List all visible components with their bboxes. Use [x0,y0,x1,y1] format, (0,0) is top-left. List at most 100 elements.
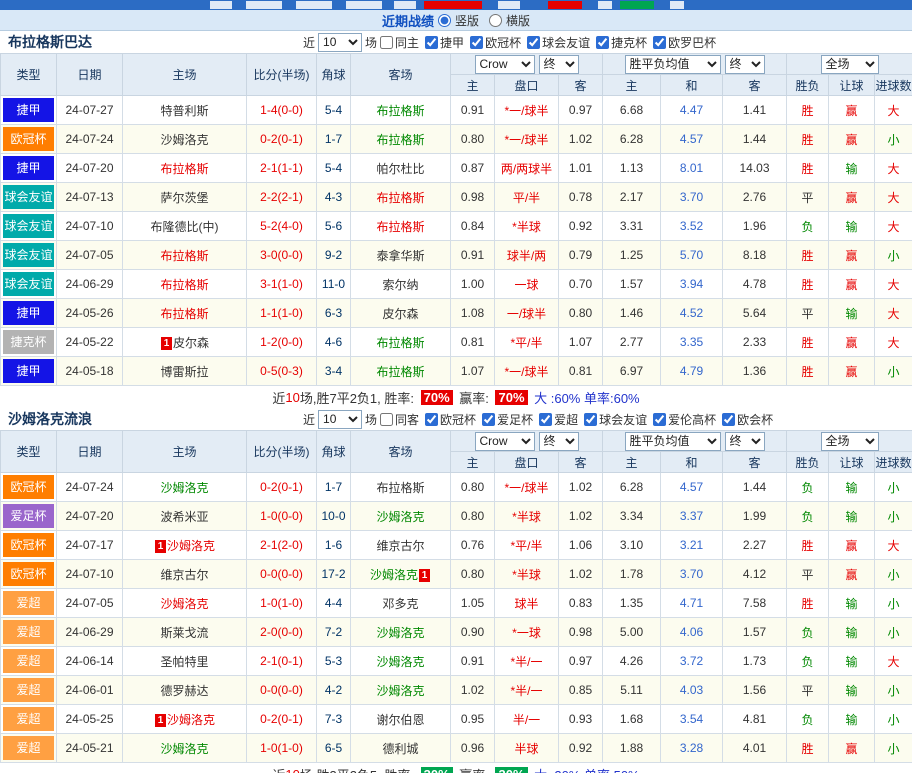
away-team[interactable]: 德利城 [351,734,451,763]
match-row: 爱超24-06-29斯莱戈流2-0(0-0)7-2沙姆洛克0.90*一球0.98… [1,618,912,647]
view-option-horizontal[interactable]: 横版 [489,12,530,29]
match-count-select[interactable]: 10 [318,410,362,429]
league-filter-1-checkbox[interactable] [425,413,438,426]
away-team[interactable]: 布拉格斯 [351,183,451,212]
venue-filter-checkbox[interactable] [380,36,393,49]
league-filter-2[interactable]: 欧冠杯 [470,34,521,51]
league-filter-4[interactable]: 球会友谊 [584,411,647,428]
away-team[interactable]: 邓多克 [351,589,451,618]
corner-count: 5-4 [317,96,351,125]
win-rate-badge: 30% [421,767,453,773]
europe-mean-select[interactable]: 胜平负均值 [625,432,721,451]
view-option-radio[interactable] [438,14,451,27]
away-team[interactable]: 帕尔杜比 [351,154,451,183]
europe-draw-odds: 4.57 [661,125,723,154]
away-team[interactable]: 布拉格斯 [351,328,451,357]
bookmaker-select[interactable]: Crow [475,432,535,451]
venue-filter[interactable]: 同主 [380,34,419,51]
home-team[interactable]: 沙姆洛克 [123,125,247,154]
view-option-vertical[interactable]: 竖版 [438,12,479,29]
venue-filter[interactable]: 同客 [380,411,419,428]
league-filter-4-checkbox[interactable] [584,413,597,426]
away-team[interactable]: 索尔纳 [351,270,451,299]
away-team[interactable]: 布拉格斯 [351,125,451,154]
league-filter-3[interactable]: 球会友谊 [527,34,590,51]
europe-away-odds: 1.36 [723,357,787,386]
home-team[interactable]: 沙姆洛克 [123,734,247,763]
league-filter-5-checkbox[interactable] [653,413,666,426]
home-team[interactable]: 博雷斯拉 [123,357,247,386]
europe-mean-select[interactable]: 胜平负均值 [625,55,721,74]
home-team[interactable]: 布拉格斯 [123,299,247,328]
home-team[interactable]: 布拉格斯 [123,270,247,299]
topbar-block [598,1,612,9]
scope-select[interactable]: 全场 [821,55,879,74]
away-team[interactable]: 沙姆洛克 [351,618,451,647]
away-team[interactable]: 沙姆洛克 [351,647,451,676]
league-filter-2-checkbox[interactable] [482,413,495,426]
match-type: 捷甲 [1,96,57,125]
home-team[interactable]: 维京古尔 [123,560,247,589]
home-team[interactable]: 布拉格斯 [123,241,247,270]
corner-count: 5-6 [317,212,351,241]
league-filter-5[interactable]: 欧罗巴杯 [653,34,716,51]
league-filter-5[interactable]: 爱伦高杯 [653,411,716,428]
europe-away-odds: 8.18 [723,241,787,270]
home-team[interactable]: 斯莱戈流 [123,618,247,647]
home-team[interactable]: 德罗赫达 [123,676,247,705]
topbar-block [346,1,382,9]
away-team[interactable]: 沙姆洛克 [351,502,451,531]
home-team[interactable]: 沙姆洛克 [123,473,247,502]
away-team[interactable]: 沙姆洛克1 [351,560,451,589]
asian-time-select[interactable]: 终 [539,55,579,74]
home-team[interactable]: 1皮尔森 [123,328,247,357]
home-team[interactable]: 1沙姆洛克 [123,705,247,734]
league-filter-6-checkbox[interactable] [722,413,735,426]
home-team[interactable]: 沙姆洛克 [123,589,247,618]
league-badge: 球会友谊 [3,185,54,209]
away-team[interactable]: 维京古尔 [351,531,451,560]
league-filter-3-checkbox[interactable] [539,413,552,426]
topbar-block [498,1,520,9]
home-team[interactable]: 波希米亚 [123,502,247,531]
view-option-radio[interactable] [489,14,502,27]
team-name: 布拉格斯巴达 [8,32,303,52]
match-date: 24-07-27 [57,96,123,125]
home-team[interactable]: 特普利斯 [123,96,247,125]
home-team[interactable]: 布拉格斯 [123,154,247,183]
away-team[interactable]: 布拉格斯 [351,212,451,241]
league-filter-1-checkbox[interactable] [425,36,438,49]
away-team[interactable]: 布拉格斯 [351,473,451,502]
asian-time-select[interactable]: 终 [539,432,579,451]
league-filter-3[interactable]: 爱超 [539,411,578,428]
league-filter-5-checkbox[interactable] [653,36,666,49]
home-team[interactable]: 布隆德比(中) [123,212,247,241]
goals-flag: 小 [875,241,912,270]
home-team[interactable]: 圣帕特里 [123,647,247,676]
match-count-select[interactable]: 10 [318,33,362,52]
home-team[interactable]: 萨尔茨堡 [123,183,247,212]
bookmaker-select[interactable]: Crow [475,55,535,74]
league-filter-3-checkbox[interactable] [527,36,540,49]
away-team[interactable]: 布拉格斯 [351,96,451,125]
league-badge: 欧冠杯 [3,562,54,586]
europe-time-select[interactable]: 终 [725,55,765,74]
away-team[interactable]: 布拉格斯 [351,357,451,386]
league-filter-1[interactable]: 捷甲 [425,34,464,51]
league-filter-2-checkbox[interactable] [470,36,483,49]
league-filter-6[interactable]: 欧会杯 [722,411,773,428]
match-date: 24-07-05 [57,241,123,270]
league-filter-1[interactable]: 欧冠杯 [425,411,476,428]
scope-select[interactable]: 全场 [821,432,879,451]
away-team[interactable]: 皮尔森 [351,299,451,328]
away-team[interactable]: 沙姆洛克 [351,676,451,705]
home-team[interactable]: 1沙姆洛克 [123,531,247,560]
away-team[interactable]: 泰拿华斯 [351,241,451,270]
score-halftime: 2-1(1-1) [247,154,317,183]
league-filter-4[interactable]: 捷克杯 [596,34,647,51]
venue-filter-checkbox[interactable] [380,413,393,426]
europe-time-select[interactable]: 终 [725,432,765,451]
league-filter-2[interactable]: 爱足杯 [482,411,533,428]
away-team[interactable]: 谢尔伯恩 [351,705,451,734]
league-filter-4-checkbox[interactable] [596,36,609,49]
